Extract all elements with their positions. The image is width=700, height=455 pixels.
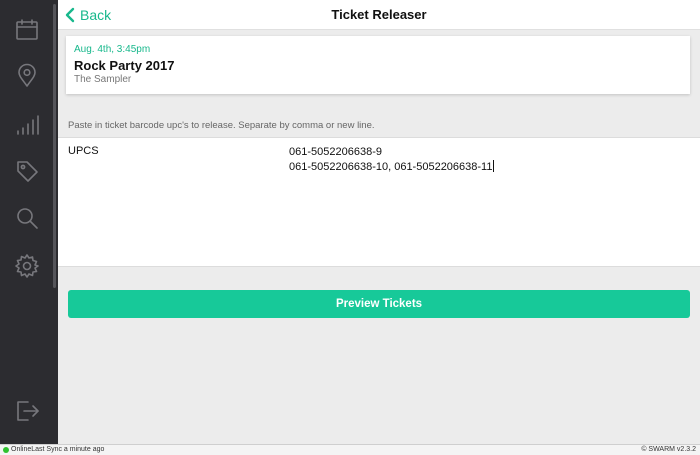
main-content: Back Ticket Releaser Aug. 4th, 3:45pm Ro…: [58, 0, 700, 444]
upc-label: UPCS: [68, 145, 99, 157]
calendar-icon[interactable]: [14, 17, 40, 43]
event-card: Aug. 4th, 3:45pm Rock Party 2017 The Sam…: [66, 36, 690, 94]
gear-icon[interactable]: [14, 253, 40, 279]
sidebar: [0, 0, 58, 444]
sidebar-scrollbar[interactable]: [53, 4, 56, 288]
event-name: Rock Party 2017: [74, 58, 175, 73]
preview-tickets-button[interactable]: Preview Tickets: [68, 290, 690, 318]
status-bar: OnlineLast Sync a minute ago © SWARM v2.…: [0, 444, 700, 455]
upc-line: 061-5052206638-9: [289, 146, 382, 158]
upc-line: 061-5052206638-10, 061-5052206638-11: [289, 161, 493, 173]
page-title: Ticket Releaser: [331, 7, 427, 22]
tag-icon[interactable]: [14, 158, 40, 184]
text-caret: [493, 160, 495, 172]
upc-input[interactable]: 061-5052206638-9 061-5052206638-10, 061-…: [289, 145, 495, 175]
event-venue: The Sampler: [74, 74, 132, 85]
connection-status: Online: [11, 446, 32, 453]
version-label: © SWARM v2.3.2: [641, 446, 696, 453]
search-icon[interactable]: [14, 205, 40, 231]
location-pin-icon[interactable]: [14, 63, 40, 89]
last-sync-status: Last Sync a minute ago: [31, 446, 105, 453]
top-bar: Back Ticket Releaser: [58, 0, 700, 30]
upc-instructions: Paste in ticket barcode upc's to release…: [68, 120, 375, 131]
event-date: Aug. 4th, 3:45pm: [74, 44, 151, 55]
upc-panel: UPCS 061-5052206638-9 061-5052206638-10,…: [58, 137, 700, 267]
online-status-icon: [3, 447, 9, 453]
signal-bars-icon[interactable]: [14, 112, 40, 138]
logout-icon[interactable]: [14, 398, 40, 424]
